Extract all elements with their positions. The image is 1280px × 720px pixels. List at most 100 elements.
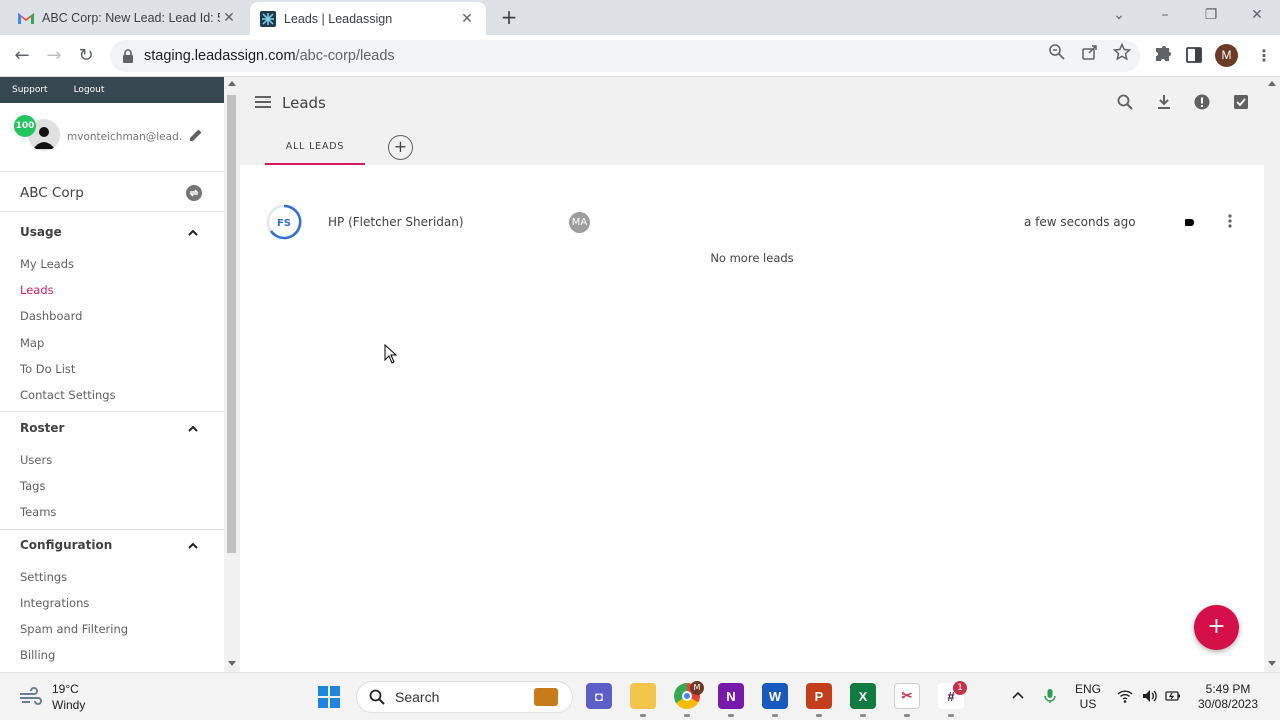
sidebar-item-tags[interactable]: Tags — [20, 479, 45, 493]
zoom-icon[interactable] — [1048, 43, 1066, 61]
minimize-button[interactable]: – — [1142, 0, 1188, 30]
weather-desc: Windy — [52, 698, 86, 712]
more-vert-icon[interactable] — [1228, 214, 1232, 228]
excel-icon[interactable]: X — [850, 683, 876, 709]
section-roster[interactable]: Roster — [20, 421, 64, 435]
company-name[interactable]: ABC Corp — [20, 185, 84, 201]
logout-link[interactable]: Logout — [74, 85, 105, 95]
sidebar-item-teams[interactable]: Teams — [20, 505, 56, 519]
close-icon[interactable]: ✕ — [220, 10, 238, 26]
sidebar-item-spam-and-filtering[interactable]: Spam and Filtering — [20, 622, 128, 636]
checkbox-icon[interactable] — [1232, 93, 1250, 111]
add-tab-button[interactable]: + — [388, 135, 413, 160]
word-icon[interactable]: W — [762, 683, 788, 709]
battery-icon[interactable] — [1165, 688, 1181, 704]
powerpoint-icon[interactable]: P — [806, 683, 832, 709]
address-bar[interactable]: staging.leadassign.com/abc-corp/leads — [110, 40, 1140, 72]
support-link[interactable]: Support — [12, 85, 48, 95]
switch-company-icon[interactable] — [186, 185, 202, 201]
weather-widget[interactable]: 19°C Windy — [18, 681, 85, 713]
leadassign-icon — [260, 10, 276, 27]
sidebar-item-integrations[interactable]: Integrations — [20, 596, 89, 610]
url-path: /abc-corp/leads — [295, 48, 395, 64]
clock[interactable]: 5:49 PM 30/08/2023 — [1188, 682, 1268, 712]
scrollbar-thumb[interactable] — [227, 95, 236, 553]
close-icon[interactable]: ✕ — [458, 11, 476, 27]
download-icon[interactable] — [1155, 93, 1173, 111]
sidebar-item-to-do-list[interactable]: To Do List — [20, 362, 75, 376]
running-indicator — [640, 714, 646, 717]
running-indicator — [948, 714, 954, 717]
running-indicator — [860, 714, 866, 717]
edit-icon[interactable] — [188, 127, 204, 143]
close-window-button[interactable]: ✕ — [1234, 0, 1280, 30]
clock-time: 5:49 PM — [1205, 682, 1251, 696]
browser-tab-gmail[interactable]: ABC Corp: New Lead: Lead Id: 57 ✕ — [8, 0, 248, 35]
section-usage[interactable]: Usage — [20, 225, 62, 239]
restore-button[interactable]: ❐ — [1188, 0, 1234, 30]
teams-icon[interactable]: ◘ — [586, 683, 612, 709]
main-scrollbar[interactable] — [1264, 77, 1280, 672]
file-explorer-icon[interactable] — [630, 683, 656, 709]
forward-arrow-icon[interactable]: → — [42, 44, 66, 68]
browser-menu-icon[interactable]: ⋮ — [1252, 44, 1276, 68]
running-indicator — [772, 714, 778, 717]
browser-tabstrip: ABC Corp: New Lead: Lead Id: 57 ✕ Leads … — [0, 0, 1280, 35]
running-indicator — [904, 714, 910, 717]
microphone-icon[interactable] — [1042, 688, 1058, 704]
chevron-up-icon[interactable] — [187, 540, 199, 552]
back-arrow-icon[interactable]: ← — [10, 44, 34, 68]
add-lead-fab[interactable]: + — [1194, 605, 1239, 650]
wind-icon — [20, 687, 42, 705]
lead-name[interactable]: HP (Fletcher Sheridan) — [328, 215, 464, 229]
scroll-up-arrow-icon[interactable] — [228, 81, 236, 86]
reload-icon[interactable]: ↻ — [74, 44, 98, 68]
profile-avatar[interactable]: M — [1215, 44, 1238, 67]
tab-all-leads[interactable]: ALL LEADS — [265, 131, 365, 167]
sidebar-item-contact-settings[interactable]: Contact Settings — [20, 388, 116, 402]
main-header: Leads ALL LEADS + — [240, 77, 1264, 165]
sidebar-item-map[interactable]: Map — [20, 336, 44, 350]
sidebar-item-settings[interactable]: Settings — [20, 570, 67, 584]
browser-tab-title: Leads | Leadassign — [284, 11, 393, 26]
chevron-up-icon[interactable] — [187, 423, 199, 435]
section-configuration[interactable]: Configuration — [20, 538, 112, 552]
onenote-icon[interactable]: N — [718, 683, 744, 709]
share-icon[interactable] — [1081, 43, 1099, 61]
windows-start-icon[interactable] — [318, 686, 340, 708]
no-more-leads-text: No more leads — [710, 251, 794, 265]
hamburger-menu-icon[interactable] — [255, 96, 271, 110]
language-indicator[interactable]: ENG US — [1070, 682, 1106, 712]
briefcase-icon — [534, 688, 558, 706]
sidebar-item-leads[interactable]: Leads — [20, 283, 54, 297]
wifi-icon[interactable] — [1117, 688, 1133, 704]
extensions-icon[interactable] — [1152, 45, 1172, 65]
lead-row[interactable]: FS HP (Fletcher Sheridan) MA a few secon… — [240, 199, 1264, 245]
sidebar-item-dashboard[interactable]: Dashboard — [20, 309, 82, 323]
running-indicator — [728, 714, 734, 717]
user-email: mvonteichman@lead... — [67, 131, 182, 143]
chrome-profile-badge: M — [690, 681, 704, 695]
sidebar-item-users[interactable]: Users — [20, 453, 52, 467]
side-panel-icon[interactable] — [1184, 45, 1204, 65]
snipping-tool-icon[interactable]: ✂ — [894, 683, 920, 709]
search-icon[interactable] — [1116, 93, 1134, 111]
scroll-down-arrow-icon[interactable] — [1268, 661, 1276, 666]
taskbar-search[interactable]: Search — [356, 681, 573, 713]
scroll-up-arrow-icon[interactable] — [1268, 81, 1276, 86]
browser-tab-leadassign[interactable]: Leads | Leadassign ✕ — [250, 2, 486, 35]
sidebar-item-billing[interactable]: Billing — [20, 648, 55, 662]
sidebar-item-my-leads[interactable]: My Leads — [20, 257, 74, 271]
sidebar-scrollbar[interactable] — [224, 77, 240, 672]
chevron-up-icon[interactable] — [1010, 688, 1026, 704]
volume-icon[interactable] — [1141, 688, 1157, 704]
chevron-up-icon[interactable] — [187, 227, 199, 239]
alert-icon[interactable] — [1193, 93, 1211, 111]
search-icon — [369, 689, 385, 705]
new-tab-button[interactable]: + — [498, 6, 520, 28]
tab-search-icon[interactable]: ⌄ — [1096, 0, 1142, 30]
bookmark-star-icon[interactable] — [1113, 43, 1131, 61]
assignee-avatar: MA — [569, 212, 590, 233]
scroll-down-arrow-icon[interactable] — [228, 661, 236, 666]
windows-taskbar: 19°C Windy Search ◘ M N W P X ✂ # 1 ENG … — [0, 672, 1280, 720]
